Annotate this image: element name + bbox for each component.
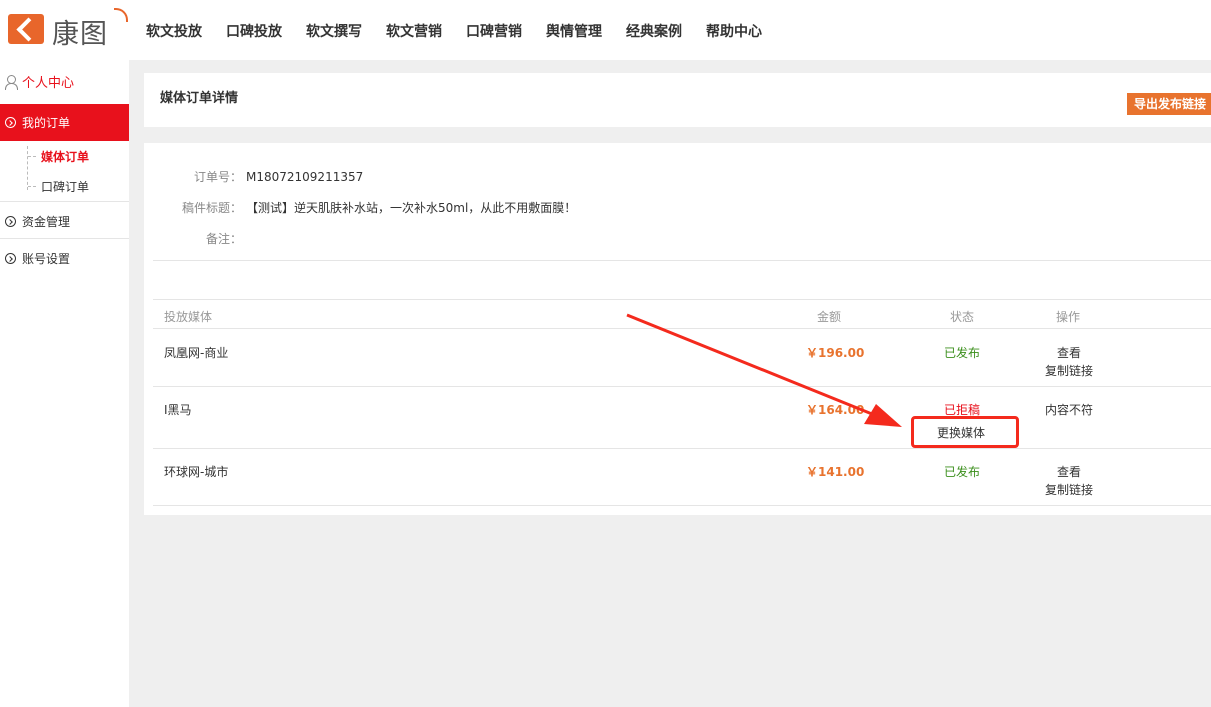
- nav-item-soft-article-placement[interactable]: 软文投放: [146, 21, 202, 41]
- funds-label: 资金管理: [22, 215, 71, 229]
- chevron-circle-icon: [5, 216, 16, 227]
- sidebar-user-center[interactable]: 个人中心: [4, 72, 74, 91]
- header-status: 状态: [950, 310, 975, 324]
- media-name: 环球网-城市: [164, 465, 229, 479]
- annotation-highlight-box: [911, 416, 1019, 448]
- header-media: 投放媒体: [164, 310, 213, 324]
- amount-value: ￥164.00: [806, 403, 865, 417]
- copy-link[interactable]: 复制链接: [1045, 481, 1093, 498]
- nav-item-article-marketing[interactable]: 软文营销: [386, 21, 442, 41]
- header-amount: 金额: [817, 310, 842, 324]
- table-row: I黑马 ￥164.00 已拒稿 更换媒体 内容不符: [153, 387, 1211, 449]
- divider: [0, 238, 129, 239]
- amount-value: ￥196.00: [806, 346, 865, 360]
- logo[interactable]: 康图: [8, 8, 130, 50]
- export-links-button[interactable]: 导出发布链接: [1127, 93, 1211, 115]
- amount-value: ￥141.00: [806, 465, 865, 479]
- nav-item-reputation-marketing[interactable]: 口碑营销: [466, 21, 522, 41]
- table-header: 投放媒体 金额 状态 操作: [153, 299, 1211, 329]
- media-name: 凤凰网-商业: [164, 346, 229, 360]
- tree-tick: [28, 186, 36, 187]
- order-number-value: M18072109211357: [246, 170, 364, 184]
- order-number-label: 订单号：: [193, 170, 242, 184]
- user-icon: [4, 74, 18, 90]
- sidebar: 个人中心 我的订单 媒体订单 口碑订单 资金管理 账号设置: [0, 60, 129, 707]
- article-title-row: 稿件标题： 【测试】逆天肌肤补水站，一次补水50ml，从此不用敷面膜！: [154, 199, 576, 216]
- table-row: 凤凰网-商业 ￥196.00 已发布 查看 复制链接: [153, 329, 1211, 387]
- status-badge: 已发布: [944, 346, 981, 360]
- remark-row: 备注：: [154, 230, 246, 247]
- article-title-label: 稿件标题：: [181, 201, 242, 215]
- sidebar-subitem-reputation-orders[interactable]: 口碑订单: [41, 178, 89, 195]
- main-nav: 软文投放 口碑投放 软文撰写 软文营销 口碑营销 舆情管理 经典案例 帮助中心: [146, 21, 786, 41]
- tree-tick: [28, 156, 36, 157]
- title-panel: 媒体订单详情 导出发布链接: [144, 73, 1211, 127]
- logo-text: 康图: [52, 19, 108, 50]
- nav-item-article-writing[interactable]: 软文撰写: [306, 21, 362, 41]
- account-settings-label: 账号设置: [22, 252, 71, 266]
- divider: [0, 201, 129, 202]
- chevron-circle-icon: [5, 117, 16, 128]
- reject-reason: 内容不符: [1045, 403, 1094, 417]
- view-link[interactable]: 查看: [1057, 344, 1081, 361]
- logo-mark-icon: [8, 14, 44, 44]
- media-name: I黑马: [164, 403, 192, 417]
- divider: [153, 260, 1211, 261]
- sidebar-item-funds[interactable]: 资金管理: [5, 213, 70, 230]
- nav-item-opinion-management[interactable]: 舆情管理: [546, 21, 602, 41]
- sidebar-item-account-settings[interactable]: 账号设置: [5, 250, 70, 267]
- media-table: 投放媒体 金额 状态 操作 凤凰网-商业 ￥196.00 已发布 查看 复制链接…: [153, 299, 1211, 506]
- order-detail-panel: 订单号： M18072109211357 稿件标题： 【测试】逆天肌肤补水站，一次补…: [144, 143, 1211, 515]
- nav-item-help-center[interactable]: 帮助中心: [706, 21, 762, 41]
- order-number-row: 订单号： M18072109211357: [154, 168, 363, 185]
- remark-label: 备注：: [205, 232, 242, 246]
- page-title: 媒体订单详情: [160, 91, 239, 106]
- status-badge: 已发布: [944, 465, 981, 479]
- sidebar-subitem-media-orders[interactable]: 媒体订单: [41, 148, 89, 165]
- my-orders-label: 我的订单: [22, 116, 71, 130]
- nav-item-classic-cases[interactable]: 经典案例: [626, 21, 682, 41]
- top-header: 康图 软文投放 口碑投放 软文撰写 软文营销 口碑营销 舆情管理 经典案例 帮助…: [0, 0, 1211, 60]
- logo-signal-icon: [114, 8, 128, 22]
- nav-item-reputation-placement[interactable]: 口碑投放: [226, 21, 282, 41]
- header-action: 操作: [1056, 310, 1081, 324]
- view-link[interactable]: 查看: [1057, 463, 1081, 480]
- tree-line: [27, 146, 28, 190]
- table-row: 环球网-城市 ￥141.00 已发布 查看 复制链接: [153, 449, 1211, 506]
- sidebar-item-my-orders[interactable]: 我的订单: [0, 104, 129, 141]
- user-center-label: 个人中心: [22, 76, 75, 91]
- copy-link[interactable]: 复制链接: [1045, 362, 1093, 379]
- chevron-circle-icon: [5, 253, 16, 264]
- article-title-value: 【测试】逆天肌肤补水站，一次补水50ml，从此不用敷面膜！: [246, 201, 577, 215]
